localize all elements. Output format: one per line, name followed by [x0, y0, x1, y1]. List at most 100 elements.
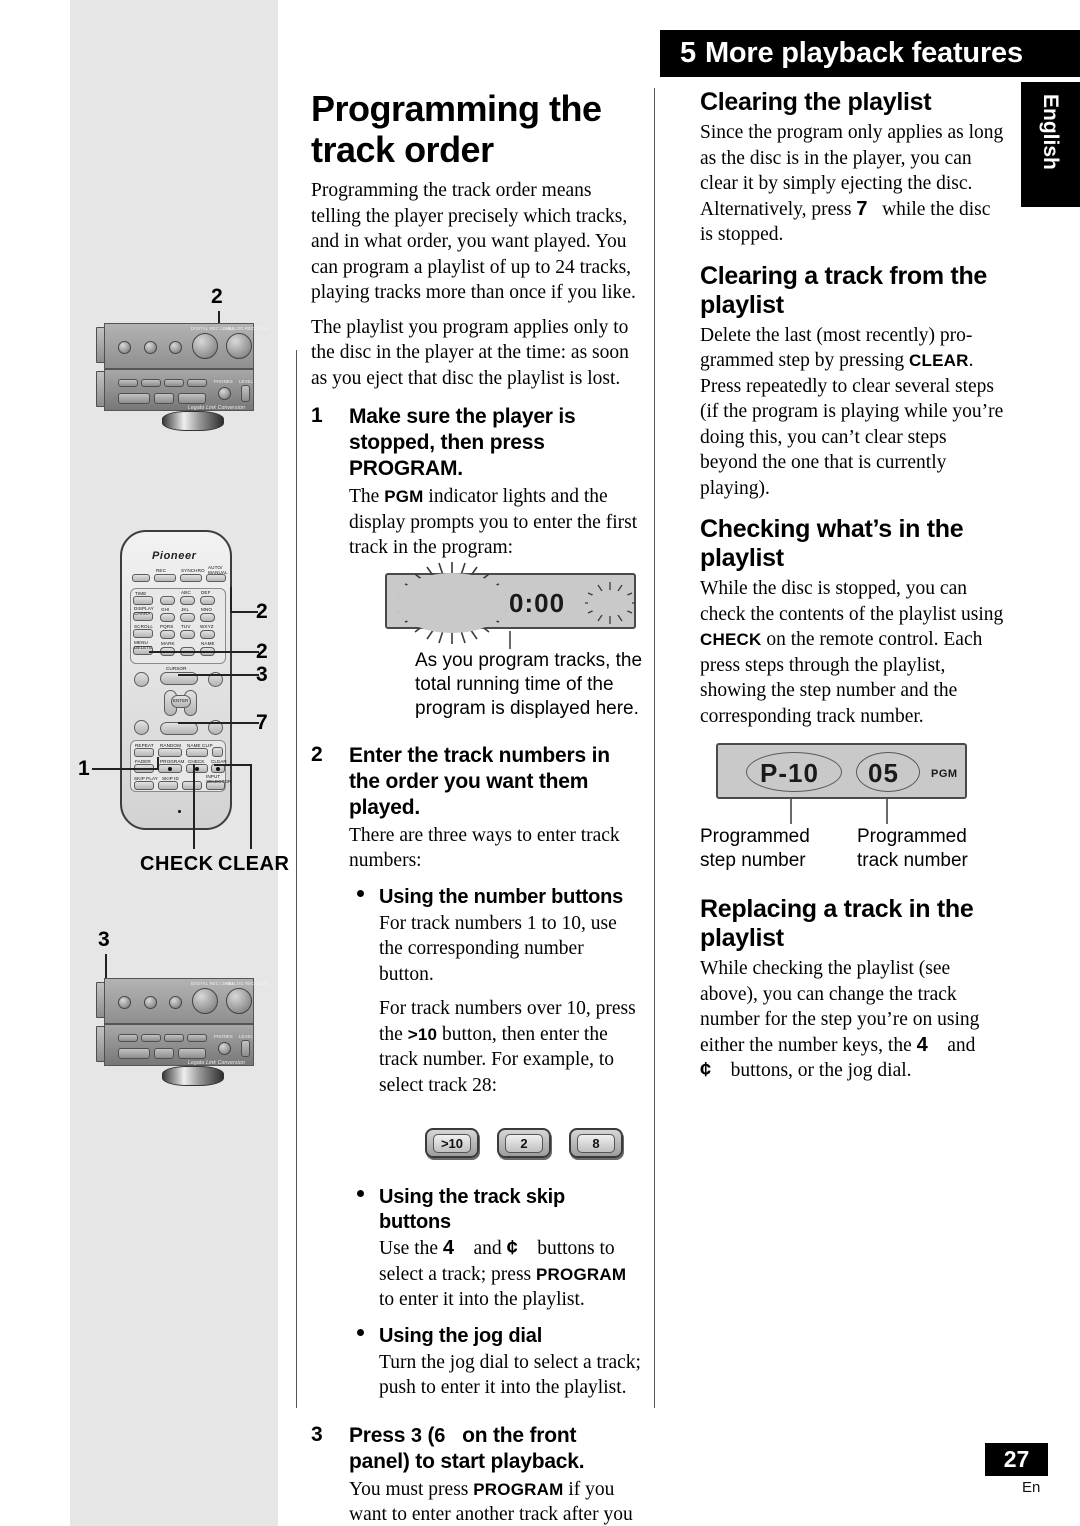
section-clearing-playlist-body: Since the program only applies as long a… — [700, 122, 1004, 245]
panel-knob-2[interactable] — [144, 341, 157, 354]
remote-key-1[interactable] — [160, 596, 175, 605]
lcd2-highlight-ellipse-track — [856, 752, 920, 792]
panel2-mode-button-4[interactable] — [187, 1034, 207, 1042]
callout-7-stop-line — [178, 722, 259, 724]
remote-letters-def: DEF — [201, 590, 211, 595]
callout-3-play-line — [178, 674, 259, 676]
step-1-number: 1 — [311, 404, 323, 427]
chip-key-2[interactable]: ABC 2 — [497, 1126, 551, 1158]
brand-logo: Pioneer — [152, 550, 197, 562]
panel2-knob-2[interactable] — [144, 996, 157, 1009]
remote-skip-set-button[interactable] — [158, 781, 178, 790]
remote-random-button[interactable] — [158, 748, 182, 757]
remote-stop-button[interactable] — [160, 722, 198, 735]
bullet-dot-icon — [357, 1190, 364, 1197]
column-divider-left — [296, 350, 297, 1408]
panel2-mode-button-1[interactable] — [118, 1034, 138, 1042]
panel2-left-edge — [96, 982, 105, 1018]
remote-key-3[interactable] — [200, 596, 215, 605]
remote-program-dot-marker — [168, 767, 172, 771]
analog-rec-level-dial[interactable] — [226, 333, 252, 359]
panel2-level-slider[interactable] — [241, 1040, 250, 1057]
panel-stop-button[interactable] — [154, 393, 174, 404]
remote-key-6[interactable] — [200, 613, 215, 622]
remote-misc-round[interactable] — [212, 747, 223, 757]
remote-left-round-button[interactable] — [134, 672, 149, 687]
device-front-panel-2: DIGITAL REC LEVEL ANALOG REC LEVEL PHONE… — [96, 978, 270, 1086]
remote-key-2[interactable] — [180, 596, 195, 605]
remote-skip-play-button[interactable] — [134, 781, 154, 790]
over-ten-inline-label: >10 — [407, 1024, 438, 1044]
panel-mode-button-1[interactable] — [118, 379, 138, 387]
bullet-dot-icon — [357, 889, 364, 897]
panel-mode-button-3[interactable] — [164, 379, 184, 387]
remote-body: Pioneer REC SYNCHRO AUTO/MANUAL TIME DIS… — [120, 530, 232, 830]
panel2-knob-3[interactable] — [169, 996, 182, 1009]
panel-knob-1[interactable] — [118, 341, 131, 354]
remote-skip-play-label: SKIP PLAY — [134, 776, 158, 781]
remote-repeat-button[interactable] — [134, 748, 154, 757]
panel2-disc-tray-graphic — [162, 1066, 224, 1086]
figure-front-panel-top: 2 DIGITAL REC LEVEL ANALOG REC LEVEL PHO… — [78, 285, 278, 445]
remote-key-8[interactable] — [180, 630, 195, 639]
panel2-mode-button-3[interactable] — [164, 1034, 184, 1042]
right-column: Clearing the playlist Since the program … — [700, 88, 1005, 1093]
remote-synchro-button[interactable] — [180, 574, 202, 582]
level-slider[interactable] — [241, 385, 250, 402]
phones-jack[interactable] — [218, 387, 231, 400]
lcd2-highlight-ellipse-step — [746, 752, 842, 792]
remote-key-9[interactable] — [200, 630, 215, 639]
panel2-mode-button-2[interactable] — [141, 1034, 161, 1042]
digital-rec-level-dial[interactable] — [192, 333, 218, 359]
panel-mode-button-2[interactable] — [141, 379, 161, 387]
remote-letters-jkl: JKL — [181, 607, 190, 612]
remote-name-clip-button[interactable] — [186, 748, 208, 757]
panel-play-pause-button[interactable] — [118, 393, 150, 404]
panel2-analog-rec-level-dial[interactable] — [226, 988, 252, 1014]
remote-fader-label: FADER — [135, 759, 151, 764]
chip-key-8[interactable]: TUV 8 — [569, 1126, 623, 1158]
clear-leader-line-v — [250, 764, 252, 849]
remote-menu-label: MENU DELETE — [134, 640, 153, 650]
lcd-pgm-indicator: PGM — [595, 597, 622, 610]
prev-track-symbol-icon: 4 — [442, 1237, 455, 1259]
lcd-1-caption: As you program tracks, the total running… — [415, 649, 643, 719]
panel2-play-pause-button[interactable] — [118, 1048, 150, 1059]
panel-knob-3[interactable] — [169, 341, 182, 354]
remote-time-button[interactable] — [133, 596, 153, 605]
check-leader-line — [193, 764, 195, 849]
callout-2-keypad-line-v — [230, 587, 232, 613]
check-inline-label: CHECK — [700, 630, 762, 649]
panel2-phones-jack[interactable] — [218, 1042, 231, 1055]
remote-auto-manual-button[interactable] — [206, 574, 226, 582]
remote-top-btn-1[interactable] — [132, 574, 150, 582]
chip-key-label-2: 2 — [505, 1133, 543, 1153]
remote-key-5[interactable] — [180, 613, 195, 622]
remote-skip-clear-button[interactable] — [182, 781, 202, 790]
panel2-knob-1[interactable] — [118, 996, 131, 1009]
panel2-analog-rec-level-label: ANALOG REC LEVEL — [225, 981, 270, 986]
remote-synchro-label: SYNCHRO — [181, 568, 205, 573]
chip-over-ten[interactable]: >10 — [425, 1128, 479, 1158]
remote-time-label: TIME — [135, 591, 147, 596]
remote-random-label: RANDOM — [160, 743, 182, 748]
panel2-record-button[interactable] — [178, 1048, 206, 1059]
panel2-digital-rec-level-dial[interactable] — [192, 988, 218, 1014]
remote-rec-button[interactable] — [154, 574, 176, 582]
pgm-inline-label: PGM — [384, 487, 424, 506]
program-inline-label: PROGRAM — [536, 1264, 627, 1284]
remote-input-selector-label: INPUT SELECTOR — [206, 774, 232, 784]
panel2-stop-button[interactable] — [154, 1048, 174, 1059]
remote-scroll-button[interactable] — [133, 629, 153, 638]
panel-record-button[interactable] — [178, 393, 206, 404]
callout-1-program: 1 — [78, 757, 90, 780]
panel-mode-button-4[interactable] — [187, 379, 207, 387]
remote-left-round-button-2[interactable] — [134, 720, 149, 735]
callout-1-program-line-v — [157, 757, 159, 770]
remote-cursor-label: CURSOR — [166, 666, 187, 671]
figure-front-panel-bottom: 3 DIGITAL REC LEVEL ANALOG REC LEVEL PHO… — [78, 928, 278, 1103]
next-track-symbol-icon: ¢ — [506, 1237, 518, 1259]
remote-key-7[interactable] — [160, 630, 175, 639]
bullet-number-buttons: Using the number buttons For track numbe… — [349, 885, 641, 1175]
remote-key-4[interactable] — [160, 613, 175, 622]
